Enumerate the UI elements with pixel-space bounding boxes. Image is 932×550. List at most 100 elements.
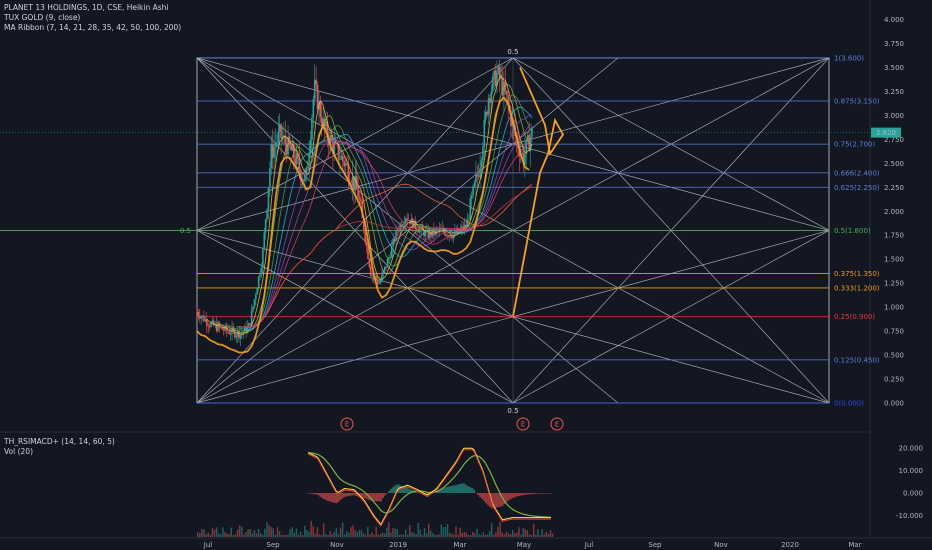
volume-bar — [411, 532, 413, 537]
candle-body — [383, 266, 386, 271]
candle-body — [262, 249, 264, 268]
candle-body — [255, 294, 257, 300]
volume-bar — [266, 522, 268, 537]
volume-bar — [396, 529, 398, 537]
histogram-bar — [505, 493, 508, 503]
candle-body — [277, 131, 280, 143]
histogram-bar — [477, 493, 480, 495]
volume-bar — [470, 534, 472, 537]
histogram-bar — [307, 493, 309, 494]
histogram-bar — [337, 493, 340, 503]
candle-body — [199, 315, 201, 319]
histogram-bar — [450, 485, 453, 493]
volume-bar — [528, 534, 531, 537]
volume-bar — [537, 529, 539, 537]
histogram-bar — [462, 483, 465, 493]
y-tick-label: 3.750 — [884, 40, 904, 48]
volume-bar — [207, 532, 209, 537]
histogram-bar — [517, 493, 520, 497]
candle-body — [229, 333, 232, 335]
histogram-bar — [533, 493, 536, 494]
volume-bar — [264, 528, 266, 537]
volume-bar — [493, 534, 495, 537]
rsi-line — [307, 447, 551, 526]
lower-y-tick-label: -10.000 — [896, 512, 923, 520]
y-tick-label: 1.500 — [884, 256, 904, 264]
candle-body — [451, 237, 453, 239]
volume-bar — [541, 529, 543, 537]
histogram-bar — [381, 493, 384, 499]
histogram-bar — [373, 493, 376, 502]
volume-bar — [350, 527, 352, 537]
fib-level-label: 0.333(1.200) — [834, 284, 880, 292]
volume-bar — [457, 534, 459, 537]
candle-body — [270, 144, 273, 169]
volume-bar — [436, 534, 438, 537]
candle-body — [196, 311, 198, 313]
volume-bar — [341, 522, 344, 537]
volume-bar — [419, 529, 421, 537]
volume-bar — [224, 532, 226, 537]
candle-body — [521, 152, 523, 154]
volume-bar — [480, 534, 482, 537]
lower-y-tick-label: 0.000 — [903, 490, 923, 498]
lower-y-tick-label: 10.000 — [899, 467, 924, 475]
volume-bar — [304, 525, 306, 537]
candle-body — [378, 282, 380, 284]
volume-bar — [463, 532, 466, 537]
fib-level-label: 0.5(1.800) — [834, 227, 871, 235]
volume-bar — [415, 534, 417, 537]
volume-bar — [377, 534, 379, 537]
histogram-bar — [446, 486, 449, 493]
volume-bar — [295, 528, 298, 537]
histogram-bar — [323, 493, 326, 500]
histogram-bar — [454, 485, 457, 493]
candle-body — [316, 84, 319, 109]
candle-body — [417, 231, 420, 233]
candle-body — [309, 139, 312, 154]
price-chart[interactable]: 4.0003.7503.5003.2503.0002.7502.5002.250… — [0, 0, 932, 550]
volume-bar — [291, 527, 293, 537]
histogram-bar — [343, 493, 346, 497]
volume-bar — [413, 532, 415, 537]
histogram-bar — [442, 487, 445, 493]
candle-body — [220, 327, 222, 328]
lower-y-tick-label: 20.000 — [899, 445, 924, 453]
volume-bar — [339, 527, 342, 537]
y-tick-label: 3.500 — [884, 64, 904, 72]
volume-bar — [247, 529, 249, 537]
y-tick-label: 1.750 — [884, 232, 904, 240]
volume-bar — [518, 527, 520, 537]
candle-body — [501, 77, 504, 96]
y-tick-label: 2.500 — [884, 160, 904, 168]
candle-body — [357, 187, 359, 198]
x-tick-label: 2019 — [389, 541, 407, 549]
candle-body — [371, 275, 373, 277]
candle-body — [210, 323, 212, 327]
candle-body — [469, 198, 472, 220]
volume-bar — [333, 532, 335, 537]
volume-bar — [283, 534, 285, 537]
volume-bar — [505, 531, 508, 537]
volume-bar — [234, 534, 237, 537]
volume-bar — [360, 530, 363, 537]
histogram-bar — [448, 486, 451, 493]
volume-bar — [354, 530, 356, 537]
volume-bar — [325, 533, 327, 537]
volume-bar — [228, 533, 230, 537]
volume-bar — [551, 533, 554, 537]
histogram-bar — [525, 493, 528, 495]
candle-body — [315, 79, 317, 85]
candle-body — [197, 312, 200, 316]
volume-bar — [488, 530, 491, 537]
volume-bar — [203, 529, 205, 537]
volume-bar — [272, 528, 274, 537]
volume-bar — [270, 526, 272, 537]
candle-body — [482, 147, 484, 161]
histogram-bar — [456, 484, 459, 493]
histogram-bar — [527, 493, 530, 495]
volume-bar — [281, 534, 283, 537]
volume-bar — [497, 526, 499, 537]
y-tick-label: 3.250 — [884, 88, 904, 96]
volume-bar — [285, 534, 287, 537]
